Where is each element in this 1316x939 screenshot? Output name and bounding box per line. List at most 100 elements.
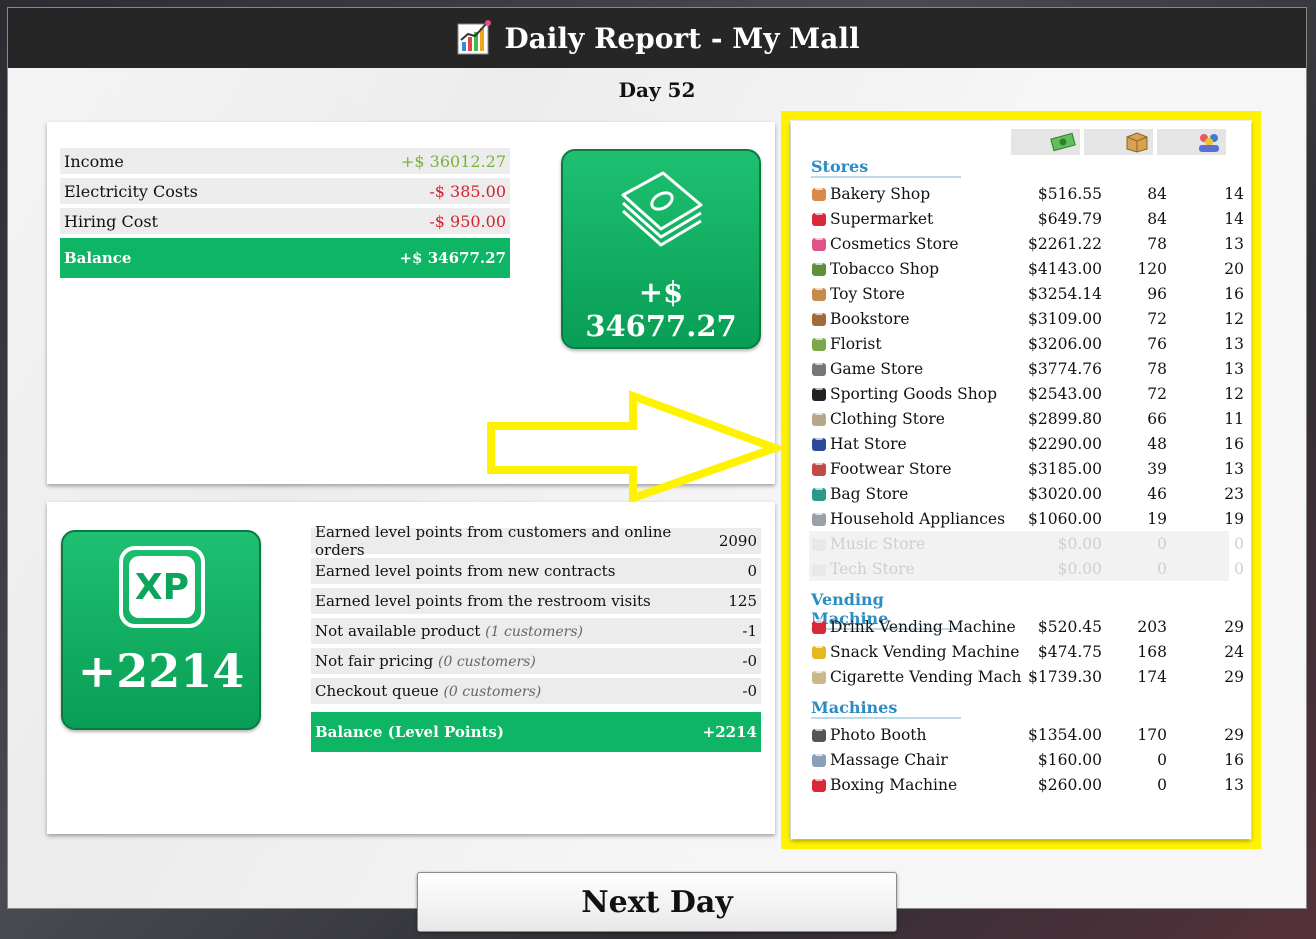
xp-row-value: 2090 bbox=[718, 532, 757, 550]
store-revenue: $4143.00 bbox=[1028, 259, 1102, 278]
store-customers: 29 bbox=[1224, 667, 1244, 686]
tobacco-icon bbox=[812, 260, 826, 276]
customers-icon bbox=[1199, 134, 1219, 152]
store-row: Bag Store $3020.00 46 23 bbox=[809, 481, 1244, 506]
store-customers: 16 bbox=[1224, 284, 1244, 303]
store-revenue: $1060.00 bbox=[1028, 509, 1102, 528]
xp-panel: XP +2214 Earned level points from custom… bbox=[47, 502, 775, 834]
store-customers: 19 bbox=[1224, 509, 1244, 528]
store-name: Bookstore bbox=[830, 309, 910, 328]
store-sold: 120 bbox=[1137, 259, 1167, 278]
finance-balance-label: Balance bbox=[64, 249, 132, 267]
hiring-value: -$ 950.00 bbox=[429, 211, 506, 231]
store-row: Bakery Shop $516.55 84 14 bbox=[809, 181, 1244, 206]
xp-balance-value: +2214 bbox=[702, 723, 757, 741]
xp-row: Checkout queue (0 customers) -0 bbox=[311, 678, 761, 704]
xp-row-value: -0 bbox=[742, 652, 757, 670]
income-row: Income +$ 36012.27 bbox=[60, 148, 510, 174]
store-row: Supermarket $649.79 84 14 bbox=[809, 206, 1244, 231]
drink-icon bbox=[812, 618, 826, 634]
xp-row: Earned level points from the restroom vi… bbox=[311, 588, 761, 614]
store-sold: 66 bbox=[1147, 409, 1167, 428]
store-sold: 0 bbox=[1157, 750, 1167, 769]
store-revenue: $3254.14 bbox=[1028, 284, 1102, 303]
game-icon bbox=[812, 360, 826, 376]
store-revenue: $160.00 bbox=[1037, 750, 1102, 769]
section-title: Stores bbox=[811, 157, 961, 178]
store-row: Household Appliances $1060.00 19 19 bbox=[809, 506, 1244, 531]
store-revenue: $0.00 bbox=[1057, 559, 1102, 578]
supermarket-icon bbox=[812, 210, 826, 226]
xp-row: Earned level points from customers and o… bbox=[311, 523, 761, 559]
store-sold: 170 bbox=[1137, 725, 1167, 744]
boxing-icon bbox=[812, 776, 826, 792]
sold-column-header bbox=[1084, 129, 1153, 155]
box-icon bbox=[1126, 132, 1148, 153]
xp-badge-text: XP bbox=[129, 556, 195, 618]
revenue-column-header bbox=[1011, 129, 1080, 155]
store-row: Music Store $0.00 0 0 bbox=[809, 531, 1244, 556]
day-label: Day 52 bbox=[618, 78, 696, 102]
store-sold: 78 bbox=[1147, 359, 1167, 378]
tech-icon bbox=[812, 560, 826, 576]
next-day-button[interactable]: Next Day bbox=[417, 872, 897, 932]
store-sold: 168 bbox=[1137, 642, 1167, 661]
xp-balance-row: Balance (Level Points) +2214 bbox=[311, 712, 761, 752]
photo-icon bbox=[812, 726, 826, 742]
hiring-row: Hiring Cost -$ 950.00 bbox=[60, 208, 510, 234]
store-row: Photo Booth $1354.00 170 29 bbox=[809, 722, 1244, 747]
xp-badge-icon: XP bbox=[119, 546, 205, 628]
store-name: Supermarket bbox=[830, 209, 934, 228]
money-summary-value: +$ 34677.27 bbox=[585, 275, 737, 343]
store-revenue: $3020.00 bbox=[1028, 484, 1102, 503]
xp-table: Earned level points from customers and o… bbox=[311, 523, 761, 756]
store-customers: 16 bbox=[1224, 750, 1244, 769]
xp-row-label: Not available product (1 customers) bbox=[315, 622, 583, 640]
finance-balance-row: Balance +$ 34677.27 bbox=[60, 238, 510, 278]
section-row-list: Drink Vending Machine $520.45 203 29 Snack V… bbox=[809, 614, 1244, 689]
footwear-icon bbox=[812, 460, 826, 476]
store-sold: 174 bbox=[1137, 667, 1167, 686]
window-title: Daily Report - My Mall bbox=[504, 21, 860, 55]
store-name: Snack Vending Machine bbox=[830, 642, 1020, 661]
hat-icon bbox=[812, 435, 826, 451]
xp-row-label: Earned level points from the restroom vi… bbox=[315, 592, 651, 610]
store-customers: 14 bbox=[1224, 209, 1244, 228]
income-value: +$ 36012.27 bbox=[400, 151, 506, 171]
store-name: Toy Store bbox=[830, 284, 905, 303]
store-name: Tech Store bbox=[830, 559, 915, 578]
money-icon bbox=[1050, 132, 1076, 152]
hiring-label: Hiring Cost bbox=[64, 211, 158, 231]
store-revenue: $649.79 bbox=[1037, 209, 1102, 228]
xp-balance-label: Balance (Level Points) bbox=[315, 723, 504, 741]
xp-row-value: 0 bbox=[747, 562, 757, 580]
customers-column-header bbox=[1157, 129, 1226, 155]
xp-row-value: -0 bbox=[742, 682, 757, 700]
store-revenue: $516.55 bbox=[1037, 184, 1102, 203]
stores-table-header bbox=[1011, 129, 1227, 155]
store-row: Drink Vending Machine $520.45 203 29 bbox=[809, 614, 1244, 639]
store-sold: 78 bbox=[1147, 234, 1167, 253]
store-revenue: $3185.00 bbox=[1028, 459, 1102, 478]
store-sold: 0 bbox=[1157, 559, 1167, 578]
florist-icon bbox=[812, 335, 826, 351]
store-sold: 96 bbox=[1147, 284, 1167, 303]
stores-panel: Stores Bakery Shop $516.55 84 14 Supermarket $… bbox=[791, 121, 1251, 839]
store-name: Clothing Store bbox=[830, 409, 945, 428]
xp-row-label: Not fair pricing (0 customers) bbox=[315, 652, 536, 670]
store-row: Snack Vending Machine $474.75 168 24 bbox=[809, 639, 1244, 664]
sport-icon bbox=[812, 385, 826, 401]
store-sold: 19 bbox=[1147, 509, 1167, 528]
store-row: Massage Chair $160.00 0 16 bbox=[809, 747, 1244, 772]
store-revenue: $3206.00 bbox=[1028, 334, 1102, 353]
store-sold: 0 bbox=[1157, 534, 1167, 553]
store-customers: 12 bbox=[1224, 384, 1244, 403]
store-name: Cosmetics Store bbox=[830, 234, 959, 253]
store-revenue: $2899.80 bbox=[1028, 409, 1102, 428]
store-customers: 13 bbox=[1224, 359, 1244, 378]
store-sold: 0 bbox=[1157, 775, 1167, 794]
store-sold: 46 bbox=[1147, 484, 1167, 503]
store-row: Sporting Goods Shop $2543.00 72 12 bbox=[809, 381, 1244, 406]
xp-row: Not available product (1 customers) -1 bbox=[311, 618, 761, 644]
store-customers: 13 bbox=[1224, 234, 1244, 253]
